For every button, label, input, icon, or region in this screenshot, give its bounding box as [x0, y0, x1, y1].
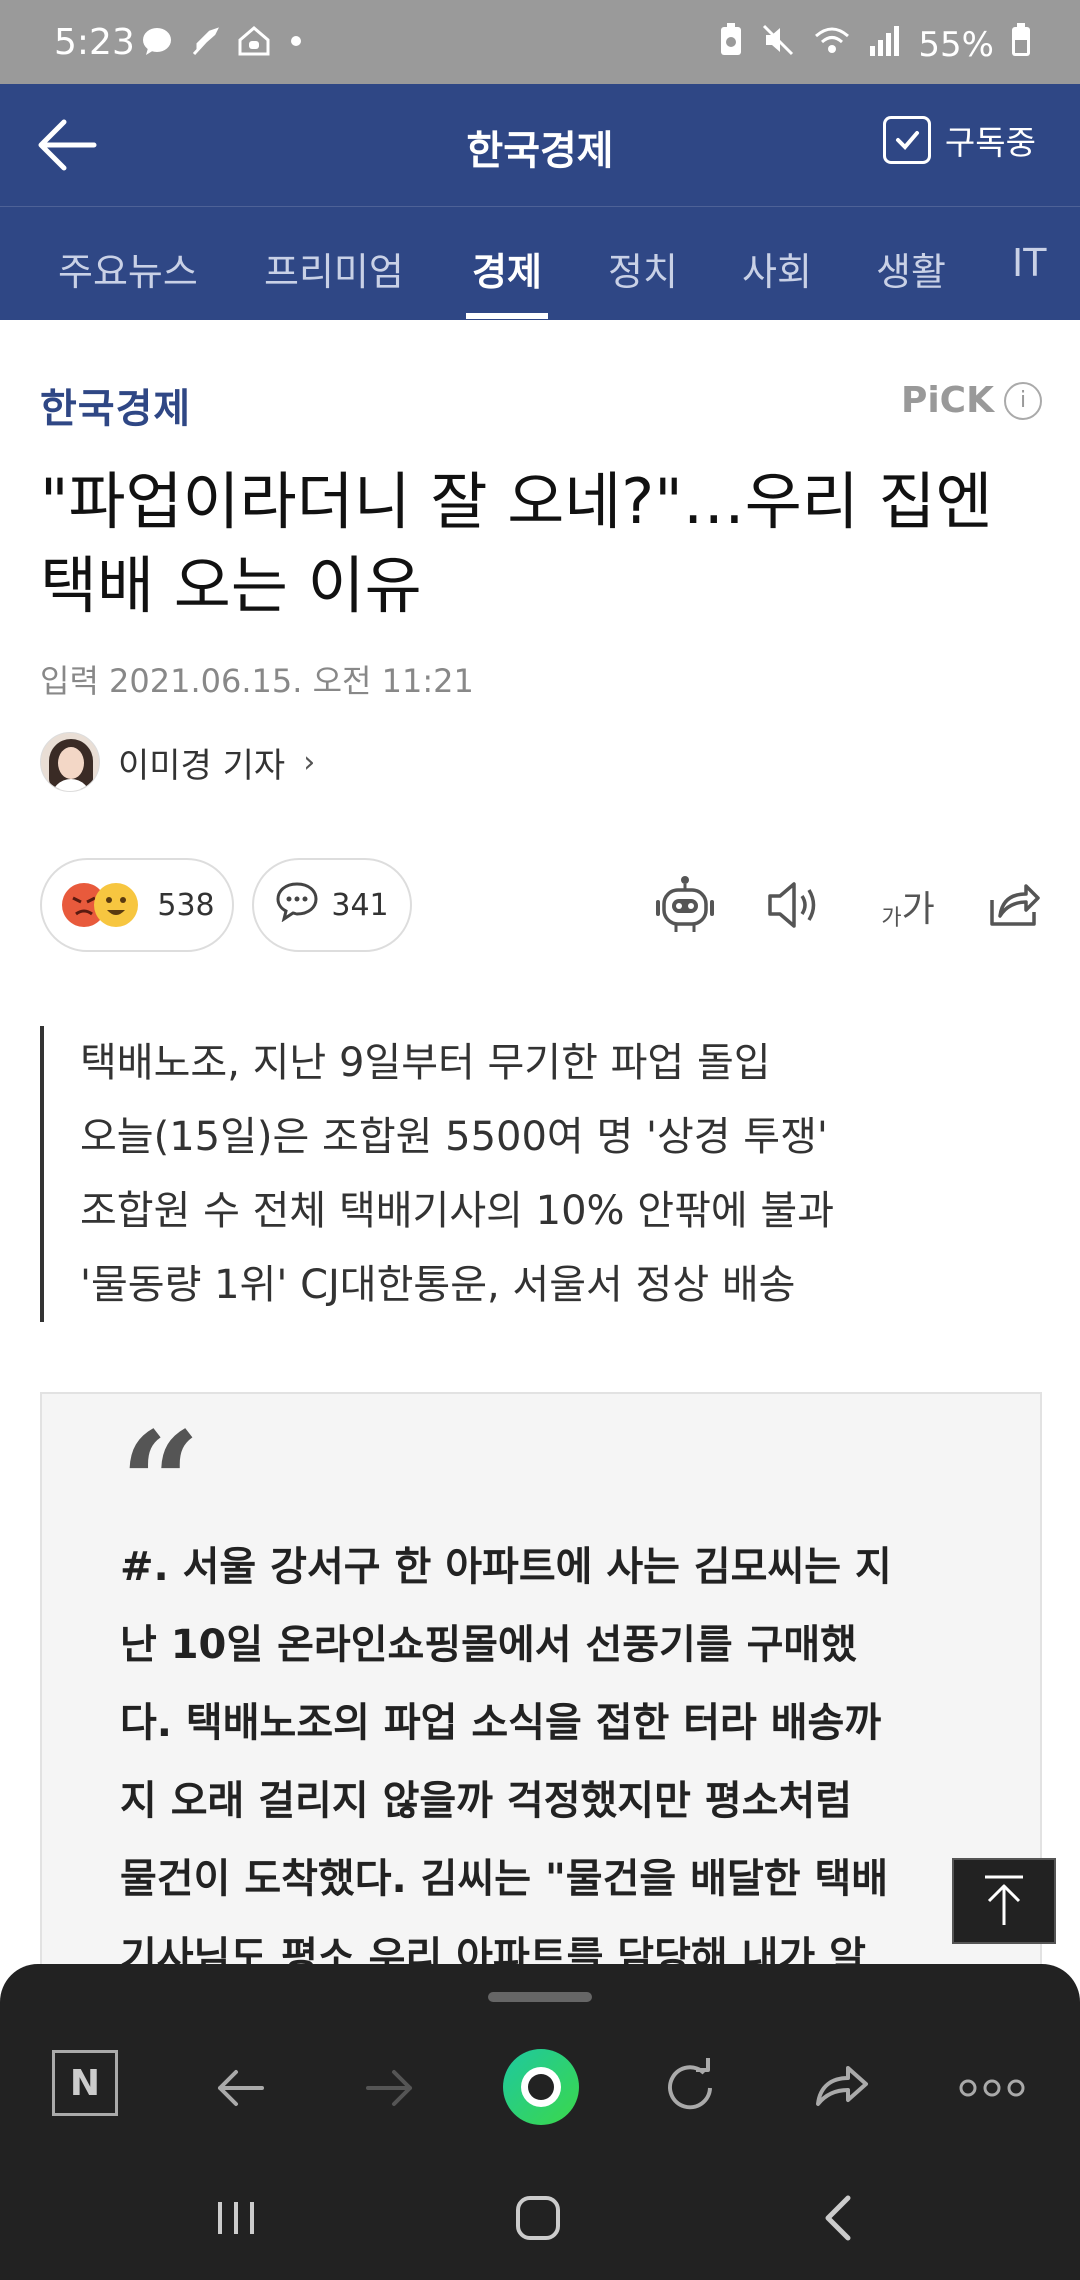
- reaction-emoji-icons: [59, 880, 145, 930]
- quote-line: 다. 택배노조의 파업 소식을 접한 터라 배송까: [120, 1700, 882, 1746]
- summary-line: 택배노조, 지난 9일부터 무기한 파업 돌입: [80, 1040, 771, 1086]
- subscribe-label: 구독중: [944, 123, 1036, 162]
- summary-line: 오늘(15일)은 조합원 5500여 명 '상경 투쟁': [80, 1114, 828, 1160]
- wifi-icon: [812, 22, 852, 67]
- battery-percent: 55%: [918, 24, 994, 65]
- system-icons: 55%: [718, 22, 1032, 67]
- share-icon[interactable]: [980, 872, 1046, 938]
- headline-line-1: "파업이라더니 잘 오네?"…우리 집엔: [40, 465, 993, 538]
- scroll-to-top-button[interactable]: [952, 1858, 1056, 1944]
- quote-line: 지 오래 걸리지 않을까 걱정했지만 평소처럼: [120, 1778, 853, 1824]
- press-logo[interactable]: 한국경제: [40, 376, 191, 434]
- chevron-right-icon: ›: [303, 744, 316, 780]
- battery-saver-icon: [718, 22, 744, 67]
- refresh-icon[interactable]: [654, 2052, 726, 2124]
- status-time: 5:23: [54, 22, 135, 63]
- dot-icon: [286, 24, 306, 62]
- font-size-button[interactable]: 가 가: [868, 872, 948, 938]
- tab-society[interactable]: 사회: [742, 241, 812, 296]
- article-date: 입력 2021.06.15. 오전 11:21: [40, 662, 474, 700]
- app-header: 한국경제 구독중: [0, 84, 1080, 206]
- summary-line: '물동량 1위' CJ대한통운, 서울서 정상 배송: [80, 1262, 796, 1308]
- nav-back-icon[interactable]: [810, 2188, 870, 2248]
- battery-icon: [1010, 22, 1032, 67]
- tab-life[interactable]: 생활: [876, 241, 946, 296]
- comment-button[interactable]: 341: [252, 858, 412, 952]
- font-size-small-label: 가: [881, 906, 902, 931]
- author-name: 이미경 기자: [118, 745, 286, 786]
- speaker-icon[interactable]: [760, 872, 826, 938]
- pick-badge[interactable]: PiCK i: [901, 380, 1042, 421]
- browser-forward-icon[interactable]: [354, 2052, 426, 2124]
- subscribe-button[interactable]: 구독중: [882, 116, 1036, 164]
- status-bar: 5:23 55%: [0, 0, 1080, 84]
- signal-icon: [868, 22, 902, 67]
- arrow-up-icon: [985, 1875, 1023, 1925]
- quote-line: #. 서울 강서구 한 아파트에 사는 김모씨는 지: [120, 1544, 892, 1590]
- tab-premium[interactable]: 프리미엄: [264, 241, 404, 296]
- article-headline: "파업이라더니 잘 오네?"…우리 집엔 택배 오는 이유: [40, 460, 1040, 628]
- author-avatar: [40, 732, 100, 792]
- sheet-handle[interactable]: [488, 1992, 592, 2002]
- active-tab-indicator: [466, 313, 548, 319]
- summary-line: 조합원 수 전체 택배기사의 10% 안팎에 불과: [80, 1188, 834, 1234]
- home-button-icon[interactable]: [508, 2188, 568, 2248]
- pick-label: PiCK: [900, 380, 994, 421]
- green-dot-icon[interactable]: [500, 2046, 582, 2128]
- font-size-large-label: 가: [901, 889, 935, 930]
- tab-it[interactable]: IT: [1012, 241, 1046, 285]
- robot-summary-icon[interactable]: [652, 872, 718, 938]
- headline-line-2: 택배 오는 이유: [40, 549, 422, 622]
- checkbox-icon: [882, 116, 931, 164]
- mute-icon: [760, 22, 796, 67]
- info-icon: i: [1004, 381, 1042, 420]
- notification-icons: [140, 24, 306, 62]
- chat-bubble-icon: [140, 24, 174, 62]
- comment-count: 341: [331, 887, 389, 923]
- naver-n-label: N: [69, 2062, 101, 2104]
- browser-back-icon[interactable]: [204, 2052, 276, 2124]
- home-icon: [236, 24, 272, 62]
- reaction-button[interactable]: 538: [40, 858, 234, 952]
- quote-box: “ #. 서울 강서구 한 아파트에 사는 김모씨는 지 난 10일 온라인쇼핑…: [40, 1392, 1042, 1992]
- quote-line: 난 10일 온라인쇼핑몰에서 선풍기를 구매했: [120, 1622, 857, 1668]
- recent-apps-icon[interactable]: [206, 2188, 266, 2248]
- quote-text: #. 서울 강서구 한 아파트에 사는 김모씨는 지 난 10일 온라인쇼핑몰에…: [120, 1528, 1000, 1996]
- tab-economy[interactable]: 경제: [472, 241, 542, 296]
- author-link[interactable]: 이미경 기자 ›: [40, 732, 315, 792]
- tab-main-news[interactable]: 주요뉴스: [58, 241, 198, 296]
- reaction-count: 538: [157, 887, 215, 923]
- quote-line: 물건이 도착했다. 김씨는 "물건을 배달한 택배: [120, 1856, 889, 1902]
- more-icon[interactable]: [956, 2052, 1028, 2124]
- share-forward-icon[interactable]: [806, 2052, 878, 2124]
- browser-toolbar: N: [0, 1964, 1080, 2280]
- tab-politics[interactable]: 정치: [608, 241, 678, 296]
- category-tabs: 주요뉴스 프리미엄 경제 정치 사회 생활 IT: [0, 206, 1080, 320]
- article-summary: 택배노조, 지난 9일부터 무기한 파업 돌입 오늘(15일)은 조합원 550…: [40, 1026, 834, 1322]
- feather-icon: [188, 24, 222, 62]
- naver-n-icon[interactable]: N: [52, 2050, 118, 2116]
- comment-icon: [275, 880, 319, 930]
